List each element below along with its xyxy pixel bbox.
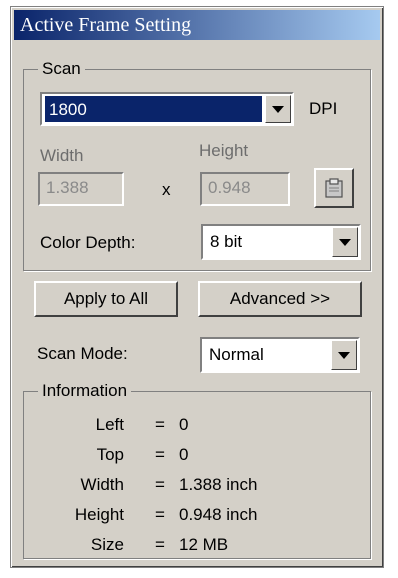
apply-to-all-button[interactable]: Apply to All: [34, 281, 178, 317]
window-title: Active Frame Setting: [14, 10, 380, 40]
info-eq: =: [155, 475, 165, 494]
info-eq: =: [155, 535, 165, 554]
color-depth-dropdown-button[interactable]: [332, 227, 358, 257]
information-group-legend: Information: [38, 382, 132, 400]
scan-mode-dropdown-button[interactable]: [331, 340, 357, 370]
info-value: 12 MB: [179, 535, 229, 554]
resolution-dropdown-button[interactable]: [265, 95, 291, 123]
scan-mode-select[interactable]: Normal: [200, 337, 360, 373]
information-group: Information Left = 0 Top = 0 Width = 1.3…: [23, 382, 371, 559]
color-depth-label: Color Depth:: [40, 233, 136, 252]
lock-ratio-button[interactable]: [314, 168, 354, 208]
height-input[interactable]: 0.948: [200, 172, 290, 206]
info-eq: =: [155, 445, 165, 464]
info-value: 0.948 inch: [179, 505, 258, 524]
color-depth-select[interactable]: 8 bit: [201, 224, 361, 260]
chevron-down-icon: [339, 238, 351, 246]
advanced-button[interactable]: Advanced >>: [198, 281, 362, 317]
dpi-unit-label: DPI: [309, 99, 338, 118]
width-label: Width: [40, 146, 84, 165]
info-value: 1.388 inch: [179, 475, 258, 494]
resolution-select[interactable]: 1800: [40, 92, 294, 126]
clipboard-icon: [325, 178, 343, 198]
info-key: Top: [96, 445, 124, 464]
info-key: Size: [90, 535, 124, 554]
scan-group: Scan 1800 DPI Width Height 1.388 x 0.948…: [23, 60, 371, 271]
scan-mode-label: Scan Mode:: [37, 344, 128, 363]
chevron-down-icon: [272, 105, 284, 113]
color-depth-value: 8 bit: [210, 232, 243, 251]
resolution-value: 1800: [45, 96, 262, 122]
info-key: Width: [80, 475, 124, 494]
info-value: 0: [179, 415, 189, 434]
info-eq: =: [155, 415, 165, 434]
scan-mode-value: Normal: [209, 345, 264, 364]
chevron-down-icon: [338, 351, 350, 359]
info-key: Left: [95, 415, 124, 434]
times-label: x: [162, 180, 171, 199]
height-label: Height: [199, 141, 249, 160]
scan-group-legend: Scan: [38, 60, 85, 78]
info-eq: =: [155, 505, 165, 524]
info-key: Height: [74, 505, 124, 524]
active-frame-setting-window: Active Frame Setting Scan 1800 DPI Width…: [10, 6, 384, 568]
info-value: 0: [179, 445, 189, 464]
width-input[interactable]: 1.388: [38, 172, 124, 206]
